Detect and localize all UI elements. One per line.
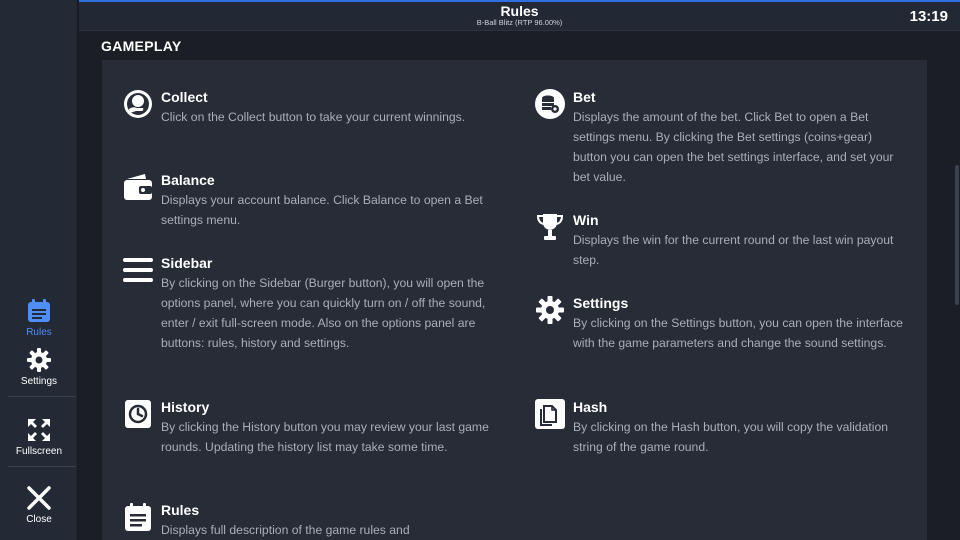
clock: 13:19 (909, 8, 948, 25)
rule-item-settings: Settings By clicking on the Settings but… (536, 295, 903, 353)
collect-title: Collect (161, 89, 208, 105)
balance-description: Displays your account balance. Click Bal… (161, 193, 483, 227)
sidebar-title: Sidebar (161, 255, 213, 271)
hash-description: By clicking on the Hash button, you will… (573, 420, 889, 454)
win-title: Win (573, 212, 599, 228)
rule-item-collect: Collect Click on the Collect button to t… (124, 89, 491, 127)
sidebar: Rules Settings Fullscreen Close (0, 0, 78, 540)
section-title: GAMEPLAY (101, 38, 182, 54)
sidebar-divider (8, 466, 76, 467)
hash-title: Hash (573, 399, 608, 415)
wallet-icon (124, 174, 152, 200)
trophy-icon (536, 214, 564, 240)
rule-item-balance: Balance Displays your account balance. C… (124, 172, 491, 230)
settings-description: By clicking on the Settings button, you … (573, 316, 903, 350)
sidebar-rules-button[interactable]: Rules (0, 298, 78, 338)
bet-description: Displays the amount of the bet. Click Be… (573, 110, 894, 184)
sidebar-divider (8, 396, 76, 397)
sidebar-settings-button[interactable]: Settings (0, 347, 78, 387)
rules-icon (125, 503, 151, 531)
sidebar-close-button[interactable]: Close (0, 485, 78, 525)
rule-item-hash: Hash By clicking on the Hash button, you… (535, 399, 903, 457)
sidebar-description: By clicking on the Sidebar (Burger butto… (161, 276, 486, 350)
sidebar-fullscreen-label: Fullscreen (15, 446, 63, 457)
win-description: Displays the win for the current round o… (573, 233, 894, 267)
hash-icon (535, 399, 565, 429)
collect-description: Click on the Collect button to take your… (161, 110, 466, 124)
fullscreen-icon (28, 419, 50, 441)
gear-icon (536, 296, 564, 324)
history-icon (125, 400, 151, 428)
history-title: History (161, 399, 210, 415)
sidebar-settings-label: Settings (20, 376, 58, 387)
sidebar-fullscreen-button[interactable]: Fullscreen (0, 417, 78, 457)
rule-item-win: Win Displays the win for the current rou… (536, 212, 903, 270)
sidebar-rules-label: Rules (26, 327, 52, 338)
rule-item-rules: Rules Displays full description of the g… (125, 502, 491, 540)
balance-title: Balance (161, 172, 215, 188)
rules-icon (28, 299, 50, 322)
close-icon (27, 486, 51, 510)
collect-icon (124, 90, 152, 118)
top-bar: Rules B-Ball Blitz (RTP 96.00%) 13:19 (79, 0, 960, 31)
rules-title: Rules (161, 502, 200, 518)
rules-description: Displays full description of the game ru… (161, 523, 410, 537)
bet-title: Bet (573, 89, 596, 105)
gear-icon (27, 348, 51, 372)
page-title: Rules (500, 3, 539, 19)
rule-item-history: History By clicking the History button y… (125, 399, 491, 457)
rule-item-sidebar: Sidebar By clicking on the Sidebar (Burg… (123, 255, 491, 353)
history-description: By clicking the History button you may r… (161, 420, 489, 454)
burger-icon (123, 258, 153, 282)
rule-item-bet: Bet Displays the amount of the bet. Clic… (535, 89, 903, 187)
scrollbar-thumb[interactable] (955, 165, 959, 305)
coins-icon (535, 89, 565, 119)
sidebar-close-label: Close (26, 514, 52, 525)
game-subtitle: B-Ball Blitz (RTP 96.00%) (476, 18, 563, 27)
settings-title: Settings (573, 295, 629, 311)
